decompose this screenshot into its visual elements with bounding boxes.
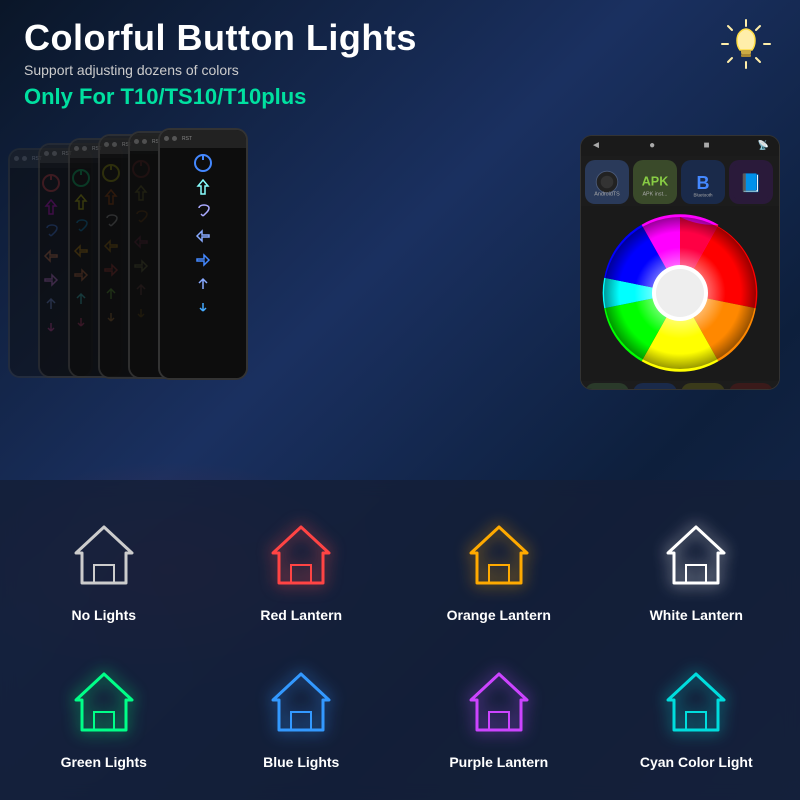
- app-icon-carmate[interactable]: 📍CarMate: [633, 383, 677, 390]
- label-purple-lantern: Purple Lantern: [449, 754, 548, 770]
- house-icon-orange-lantern: [459, 515, 539, 595]
- svg-text:AndroidTS: AndroidTS: [594, 191, 620, 197]
- app-icon-color[interactable]: Color: [729, 383, 773, 390]
- light-item-white-lantern: White Lantern: [603, 500, 791, 638]
- app-icon-apk[interactable]: APK APK inst...: [633, 160, 677, 204]
- light-item-red-lantern: Red Lantern: [208, 500, 396, 638]
- tablet-panel-5: RST: [158, 128, 248, 380]
- header-section: Colorful Button Lights Support adjusting…: [0, 0, 800, 116]
- app-icon-android[interactable]: AndroidTS: [585, 160, 629, 204]
- color-wheel-section: ◄ ● ■ 📡 AndroidTS APKAPK inst... BBlueto…: [580, 135, 780, 390]
- light-item-orange-lantern: Orange Lantern: [405, 500, 593, 638]
- house-icon-no-lights: [64, 515, 144, 595]
- house-icon-green-lights: [64, 662, 144, 742]
- app-icon-bluetooth[interactable]: BBluetooth: [681, 160, 725, 204]
- house-icon-blue-lights: [261, 662, 341, 742]
- house-icon-white-lantern: [656, 515, 736, 595]
- model-label: Only For T10/TS10/T10plus: [24, 84, 776, 110]
- label-blue-lights: Blue Lights: [263, 754, 339, 770]
- label-red-lantern: Red Lantern: [260, 607, 342, 623]
- light-item-cyan-color-light: Cyan Color Light: [603, 648, 791, 786]
- app-icon-boo[interactable]: 📘: [729, 160, 773, 204]
- main-container: Colorful Button Lights Support adjusting…: [0, 0, 800, 800]
- page-subtitle: Support adjusting dozens of colors: [24, 62, 776, 78]
- bulb-icon: [720, 18, 772, 70]
- label-orange-lantern: Orange Lantern: [447, 607, 551, 623]
- page-title: Colorful Button Lights: [24, 18, 776, 58]
- svg-text:APK: APK: [642, 174, 669, 188]
- house-icon-cyan-color-light: [656, 662, 736, 742]
- label-white-lantern: White Lantern: [650, 607, 743, 623]
- light-item-no-lights: No Lights: [10, 500, 198, 638]
- svg-text:APK inst...: APK inst...: [642, 191, 667, 197]
- app-icon-chrome[interactable]: Chrome: [681, 383, 725, 390]
- label-green-lights: Green Lights: [61, 754, 147, 770]
- lights-grid: No Lights Red Lantern Orange Lantern Whi…: [0, 480, 800, 800]
- color-wheel: [581, 206, 779, 381]
- house-icon-red-lantern: [261, 515, 341, 595]
- app-icon-carsettings[interactable]: 🚗Car settings: [585, 383, 629, 390]
- svg-text:Bluetooth: Bluetooth: [693, 192, 713, 197]
- svg-text:📘: 📘: [740, 173, 762, 193]
- light-item-green-lights: Green Lights: [10, 648, 198, 786]
- label-no-lights: No Lights: [71, 607, 136, 623]
- label-cyan-color-light: Cyan Color Light: [640, 754, 753, 770]
- light-item-blue-lights: Blue Lights: [208, 648, 396, 786]
- light-item-purple-lantern: Purple Lantern: [405, 648, 593, 786]
- tablet-section: RST RST: [0, 120, 800, 410]
- svg-text:B: B: [697, 173, 710, 193]
- house-icon-purple-lantern: [459, 662, 539, 742]
